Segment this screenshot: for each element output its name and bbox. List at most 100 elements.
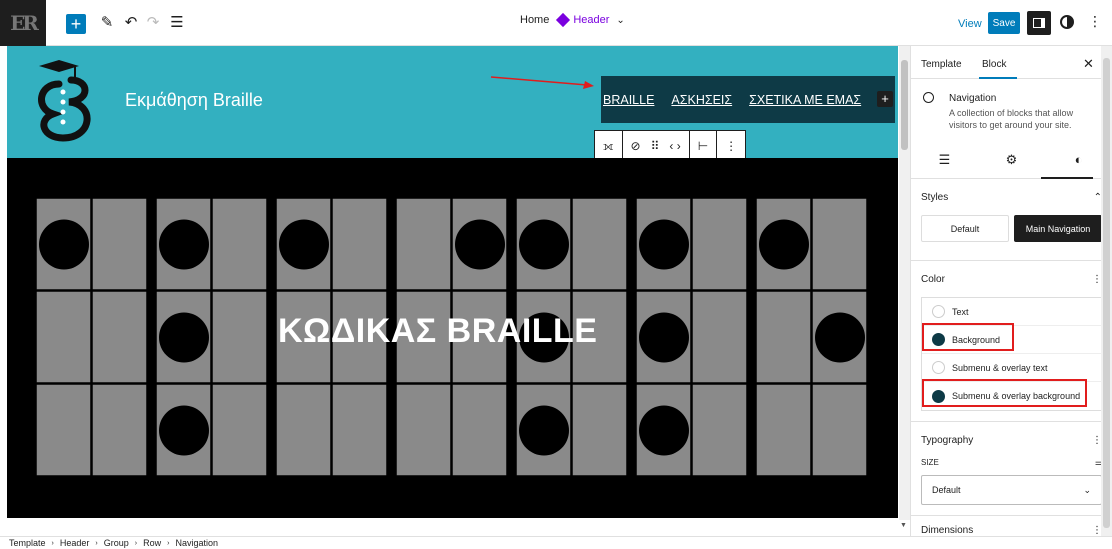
annotation-highlight-submenu-background [922, 379, 1087, 407]
close-icon[interactable]: ✕ [1083, 56, 1094, 72]
view-button[interactable]: View [958, 18, 982, 30]
braille-cell [35, 383, 92, 477]
braille-dot [279, 219, 329, 270]
styles-panel: Styles ⌃ Default Main Navigation [911, 179, 1112, 261]
save-button[interactable]: Save [988, 12, 1020, 34]
braille-cell [691, 290, 748, 384]
navigation-block-icon[interactable]: ⊘ [631, 139, 641, 153]
style-main-navigation-button[interactable]: Main Navigation [1014, 215, 1102, 242]
settings-gear-icon[interactable]: ⚙ [978, 141, 1045, 178]
site-header[interactable]: Εκμάθηση Braille BRAILLE ΑΣΚΗΣΕΙΣ ΣΧΕΤΙΚ… [7, 46, 898, 158]
braille-cell [91, 383, 148, 477]
nav-item-braille[interactable]: BRAILLE [603, 93, 654, 107]
chevron-right-icon: › [167, 539, 170, 547]
dimensions-panel: Dimensions ⋮ [911, 516, 1112, 544]
color-submenu-text-item[interactable]: Submenu & overlay text [922, 354, 1101, 382]
braille-cell [691, 197, 748, 291]
braille-cell [395, 383, 452, 477]
braille-cell [571, 383, 628, 477]
navigation-block-icon [923, 92, 934, 103]
annotation-arrow [490, 76, 594, 89]
braille-cell [331, 197, 388, 291]
braille-logo-icon[interactable] [29, 58, 109, 148]
font-size-select[interactable]: Default ⌄ [921, 475, 1102, 505]
braille-cell [691, 383, 748, 477]
canvas-scroll-thumb[interactable] [901, 60, 908, 150]
braille-cell [571, 197, 628, 291]
braille-cell [211, 197, 268, 291]
braille-cover-block[interactable]: ΚΩΔΙΚΑΣ BRAILLE [7, 158, 898, 518]
sidebar-scroll-thumb[interactable] [1103, 58, 1110, 528]
document-title[interactable]: Home Header ⌄ [520, 12, 625, 28]
block-inserter-button[interactable]: + [66, 14, 86, 34]
settings-panel-icon[interactable] [1027, 11, 1051, 35]
settings-sidebar: Template Block ✕ Navigation A collection… [910, 46, 1112, 536]
chevron-down-icon: ⌄ [616, 14, 625, 26]
list-view-tab-icon[interactable]: ☰ [911, 141, 978, 178]
edit-tool-icon[interactable]: ✎ [96, 11, 118, 35]
braille-cell [91, 197, 148, 291]
braille-dot [639, 405, 689, 456]
navigation-block[interactable]: BRAILLE ΑΣΚΗΣΕΙΣ ΣΧΕΤΙΚΑ ΜΕ ΕΜΑΣ + [601, 76, 895, 123]
breadcrumb-item[interactable]: Group [104, 538, 129, 548]
breadcrumb-item[interactable]: Row [143, 538, 161, 548]
color-panel: Color ⋮ Text Background Submenu & overla… [911, 261, 1112, 422]
hero-title[interactable]: ΚΩΔΙΚΑΣ BRAILLE [7, 312, 607, 351]
list-view-icon[interactable]: ☰ [166, 11, 188, 35]
tab-template[interactable]: Template [921, 59, 962, 70]
tab-block[interactable]: Block [982, 59, 1006, 70]
style-default-button[interactable]: Default [921, 215, 1009, 242]
move-arrows-icon[interactable]: ‹ › [669, 139, 680, 153]
chevron-right-icon: › [134, 539, 138, 547]
block-card: Navigation A collection of blocks that a… [911, 79, 1112, 141]
braille-cell [811, 197, 868, 291]
breadcrumb-item[interactable]: Navigation [175, 538, 218, 548]
braille-cell [755, 383, 812, 477]
braille-dot [159, 219, 209, 270]
site-logo-button[interactable]: ER [0, 0, 46, 46]
block-options-icon[interactable]: ⋮ [717, 131, 745, 161]
nav-item-about[interactable]: ΣΧΕΤΙΚΑ ΜΕ ΕΜΑΣ [749, 93, 861, 107]
redo-icon[interactable]: ↷ [142, 11, 164, 35]
editor-top-toolbar: ER + ✎ ↶ ↷ ☰ Home Header ⌄ View Save ⋮ [0, 0, 1112, 46]
color-text-item[interactable]: Text [922, 298, 1101, 326]
site-title[interactable]: Εκμάθηση Braille [125, 90, 263, 111]
braille-dot [39, 219, 89, 270]
options-menu-icon[interactable]: ⋮ [1088, 13, 1102, 30]
braille-dot [159, 405, 209, 456]
template-part-icon [556, 12, 571, 28]
typography-panel-title: Typography [921, 434, 974, 446]
color-panel-title: Color [921, 273, 945, 285]
block-inspector-tabs: ☰ ⚙ ◐ [911, 141, 1112, 179]
doc-title-home: Home [520, 14, 550, 26]
braille-dot [639, 312, 689, 363]
justify-icon[interactable]: ⊢ [690, 131, 718, 161]
braille-cell [211, 383, 268, 477]
color-swatch [932, 361, 945, 374]
breadcrumb-item[interactable]: Template [9, 538, 46, 548]
braille-cell [451, 383, 508, 477]
scroll-down-icon[interactable]: ▼ [900, 522, 907, 529]
braille-dot [639, 219, 689, 270]
color-item-label: Text [952, 306, 969, 317]
styles-contrast-icon[interactable] [1060, 15, 1074, 29]
dimensions-panel-title[interactable]: Dimensions [921, 525, 973, 536]
nav-item-exercises[interactable]: ΑΣΚΗΣΕΙΣ [671, 93, 732, 107]
braille-dot [455, 219, 505, 270]
undo-icon[interactable]: ↶ [120, 11, 142, 35]
transform-block-icon[interactable]: ⟗ [595, 131, 623, 161]
drag-handle-icon[interactable]: ⠿ [651, 139, 660, 153]
braille-cell [331, 383, 388, 477]
editor-canvas: Εκμάθηση Braille BRAILLE ΑΣΚΗΣΕΙΣ ΣΧΕΤΙΚ… [0, 46, 898, 520]
sidebar-tabs: Template Block ✕ [911, 46, 1112, 79]
typography-panel: Typography ⋮ SIZE ⚌ Default ⌄ [911, 422, 1112, 516]
block-mover-group: ⊘ ⠿ ‹ › [623, 131, 690, 161]
chevron-right-icon: › [95, 539, 98, 547]
breadcrumb-item[interactable]: Header [60, 538, 90, 548]
braille-cell [275, 383, 332, 477]
braille-dot [519, 219, 569, 270]
doc-title-template: Header [573, 14, 610, 26]
braille-dot [815, 312, 865, 363]
annotation-highlight-background [922, 323, 1014, 351]
add-nav-item-button[interactable]: + [877, 91, 893, 107]
